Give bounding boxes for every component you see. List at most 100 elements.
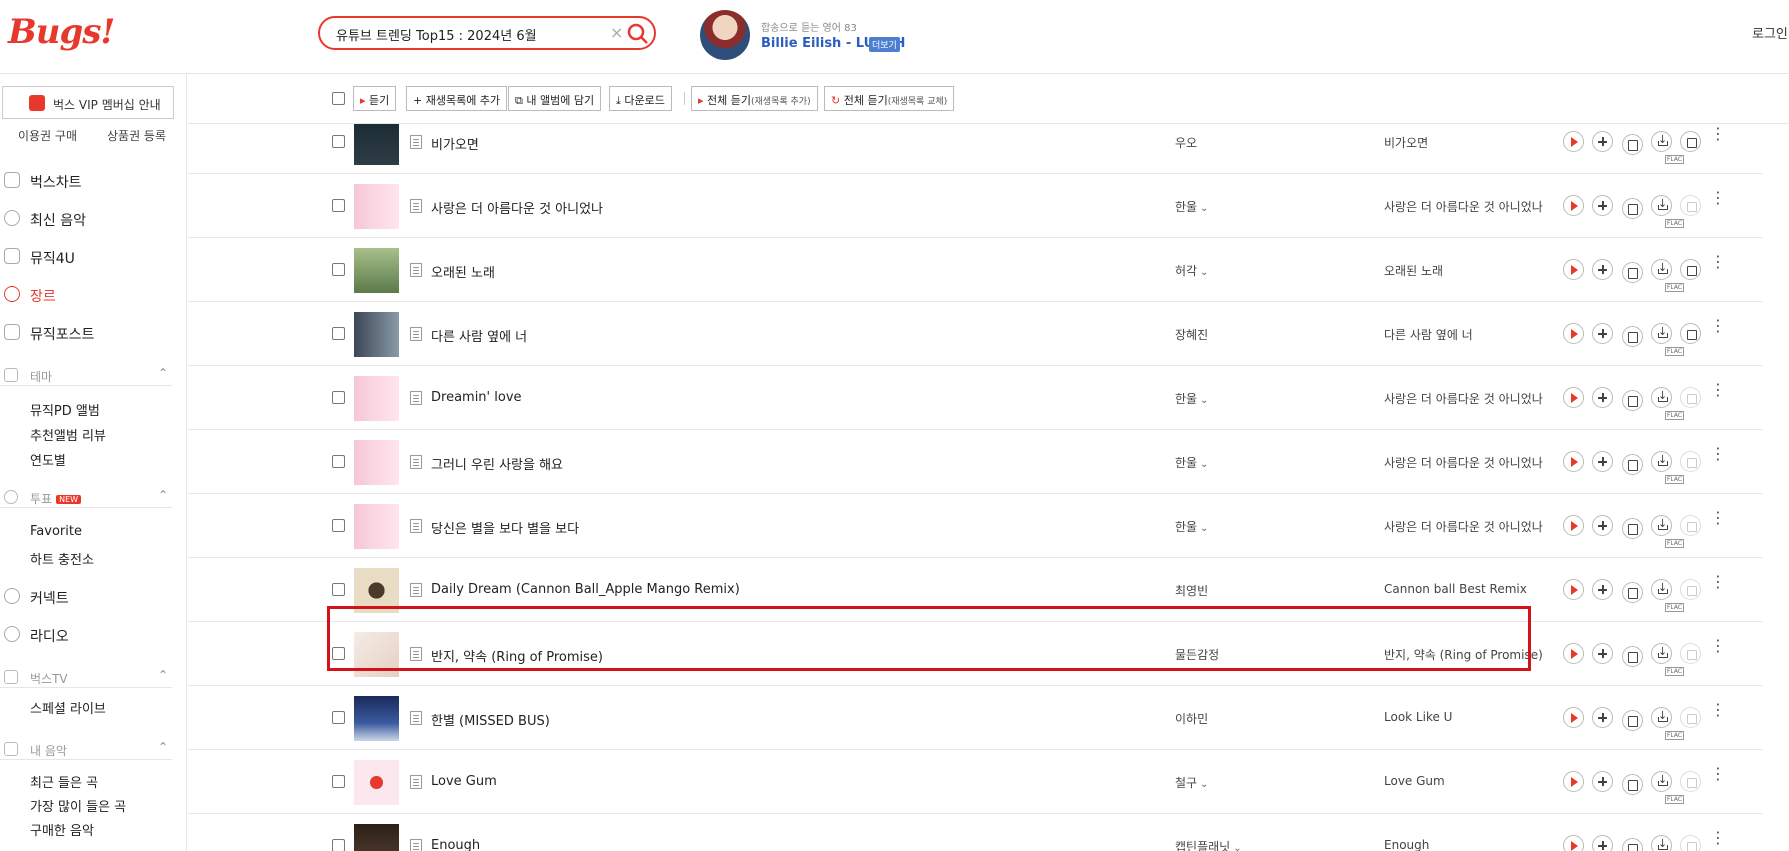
now-playing-artwork[interactable]	[700, 10, 750, 60]
track-album[interactable]: Cannon ball Best Remix	[1384, 582, 1527, 596]
track-album[interactable]: Enough	[1384, 838, 1429, 851]
track-artist[interactable]: 최영빈	[1175, 582, 1208, 599]
play-icon[interactable]	[1563, 323, 1584, 344]
track-row[interactable]: 한별 (MISSED BUS) 이하민 Look Like U FLAC ⋮	[188, 686, 1763, 750]
track-checkbox[interactable]	[332, 647, 345, 660]
section-mymusic[interactable]: 내 음악 ⌃	[0, 740, 172, 760]
more-options-icon[interactable]: ⋮	[1710, 702, 1726, 727]
play-all-add-button[interactable]: ▸ 전체 듣기(재생목록 추가)	[691, 86, 818, 111]
more-options-icon[interactable]: ⋮	[1710, 382, 1726, 407]
chevron-up-icon[interactable]: ⌃	[158, 366, 168, 380]
clear-search-icon[interactable]: ×	[610, 23, 623, 42]
track-artist[interactable]: 장혜진	[1175, 326, 1208, 343]
track-checkbox[interactable]	[332, 263, 345, 276]
add-to-playlist-icon[interactable]	[1592, 195, 1613, 216]
album-art[interactable]	[354, 440, 399, 485]
add-to-album-icon[interactable]	[1622, 838, 1643, 851]
section-theme[interactable]: 테마 ⌃	[0, 366, 172, 386]
sidebar-item-recent[interactable]: 최근 들은 곡	[30, 772, 98, 791]
track-title[interactable]: 한별 (MISSED BUS)	[431, 710, 550, 729]
album-art[interactable]	[354, 184, 399, 229]
lyrics-icon[interactable]	[410, 839, 422, 851]
sidebar-item-review[interactable]: 추천앨범 리뷰	[30, 425, 106, 444]
lyrics-icon[interactable]	[410, 135, 422, 149]
lyrics-icon[interactable]	[410, 327, 422, 341]
track-checkbox[interactable]	[332, 199, 345, 212]
login-link[interactable]: 로그인 /	[1752, 23, 1789, 42]
sidebar-item-connect[interactable]: 커넥트	[0, 586, 180, 610]
more-options-icon[interactable]: ⋮	[1710, 318, 1726, 343]
track-artist[interactable]: 철구 ⌄	[1175, 774, 1208, 791]
album-art[interactable]	[354, 504, 399, 549]
track-checkbox[interactable]	[332, 775, 345, 788]
sidebar-item-special-live[interactable]: 스페셜 라이브	[30, 698, 106, 717]
lyrics-icon[interactable]	[410, 519, 422, 533]
music-video-icon[interactable]	[1680, 259, 1701, 280]
download-icon[interactable]	[1651, 835, 1672, 851]
track-checkbox[interactable]	[332, 391, 345, 404]
play-all-replace-button[interactable]: ↻ 전체 듣기(재생목록 교체)	[824, 86, 955, 111]
track-artist[interactable]: 한울 ⌄	[1175, 518, 1208, 535]
lyrics-icon[interactable]	[410, 199, 422, 213]
add-to-playlist-icon[interactable]	[1592, 259, 1613, 280]
add-to-album-icon[interactable]	[1622, 774, 1643, 795]
track-row[interactable]: Love Gum 철구⌄ Love Gum FLAC ⋮	[188, 750, 1763, 814]
download-icon[interactable]	[1651, 259, 1672, 280]
track-artist[interactable]: 허각 ⌄	[1175, 262, 1208, 279]
track-artist[interactable]: 물든감정	[1175, 646, 1219, 663]
sidebar-item-radio[interactable]: 라디오	[0, 624, 180, 648]
album-art[interactable]	[354, 312, 399, 357]
add-to-album-icon[interactable]	[1622, 710, 1643, 731]
play-icon[interactable]	[1563, 771, 1584, 792]
add-to-album-icon[interactable]	[1622, 134, 1643, 155]
more-options-icon[interactable]: ⋮	[1710, 254, 1726, 279]
chevron-down-icon[interactable]: ⌄	[1200, 267, 1208, 278]
select-all-checkbox[interactable]	[332, 92, 345, 105]
sidebar-item-heart-charge[interactable]: 하트 충전소	[30, 549, 94, 568]
music-video-icon[interactable]	[1680, 323, 1701, 344]
track-title[interactable]: 비가오면	[431, 134, 479, 153]
sidebar-item-favorite[interactable]: Favorite	[30, 524, 82, 539]
album-art[interactable]	[354, 632, 399, 677]
play-icon[interactable]	[1563, 259, 1584, 280]
chevron-up-icon[interactable]: ⌃	[158, 668, 168, 682]
sidebar-item-purchased[interactable]: 구매한 음악	[30, 820, 94, 839]
track-title[interactable]: Dreamin' love	[431, 390, 522, 405]
track-album[interactable]: 다른 사람 옆에 너	[1384, 326, 1473, 343]
add-to-playlist-icon[interactable]	[1592, 387, 1613, 408]
album-art[interactable]	[354, 376, 399, 421]
add-to-album-button[interactable]: ⧉ 내 앨범에 담기	[508, 86, 602, 111]
buy-pass-link[interactable]: 이용권 구매	[18, 127, 77, 144]
sidebar-item-musicpost[interactable]: 뮤직포스트	[0, 322, 180, 346]
track-row[interactable]: 당신은 별을 보다 별을 보다 한울⌄ 사랑은 더 아름다운 것 아니었나 FL…	[188, 494, 1763, 558]
more-options-icon[interactable]: ⋮	[1710, 574, 1726, 599]
track-artist[interactable]: 캡틴플래닛 ⌄	[1175, 838, 1242, 851]
track-title[interactable]: 오래된 노래	[431, 262, 495, 281]
search-input[interactable]: 유튜브 트렌딩 Top15 : 2024년 6월	[336, 25, 537, 44]
more-options-icon[interactable]: ⋮	[1710, 446, 1726, 471]
chevron-down-icon[interactable]: ⌄	[1233, 843, 1241, 851]
sidebar-item-chart[interactable]: 벅스차트	[0, 170, 180, 194]
track-album[interactable]: Look Like U	[1384, 710, 1452, 724]
chevron-down-icon[interactable]: ⌄	[1200, 459, 1208, 470]
add-to-playlist-button[interactable]: + 재생목록에 추가	[406, 86, 508, 111]
bugs-logo[interactable]: Bugs!	[8, 12, 115, 52]
add-to-playlist-icon[interactable]	[1592, 771, 1613, 792]
sidebar-item-genre[interactable]: 장르	[0, 284, 180, 308]
add-to-playlist-icon[interactable]	[1592, 707, 1613, 728]
track-row[interactable]: Enough 캡틴플래닛⌄ Enough FLAC ⋮	[188, 814, 1763, 851]
more-options-icon[interactable]: ⋮	[1710, 638, 1726, 663]
lyrics-icon[interactable]	[410, 455, 422, 469]
add-to-album-icon[interactable]	[1622, 198, 1643, 219]
track-artist[interactable]: 한울 ⌄	[1175, 198, 1208, 215]
lyrics-icon[interactable]	[410, 583, 422, 597]
track-title[interactable]: Enough	[431, 838, 480, 851]
search-icon[interactable]	[626, 22, 650, 46]
add-to-album-icon[interactable]	[1622, 390, 1643, 411]
track-title[interactable]: 사랑은 더 아름다운 것 아니었나	[431, 198, 603, 217]
lyrics-icon[interactable]	[410, 391, 422, 405]
chevron-down-icon[interactable]: ⌄	[1200, 395, 1208, 406]
add-to-playlist-icon[interactable]	[1592, 323, 1613, 344]
play-icon[interactable]	[1563, 643, 1584, 664]
download-icon[interactable]	[1651, 707, 1672, 728]
